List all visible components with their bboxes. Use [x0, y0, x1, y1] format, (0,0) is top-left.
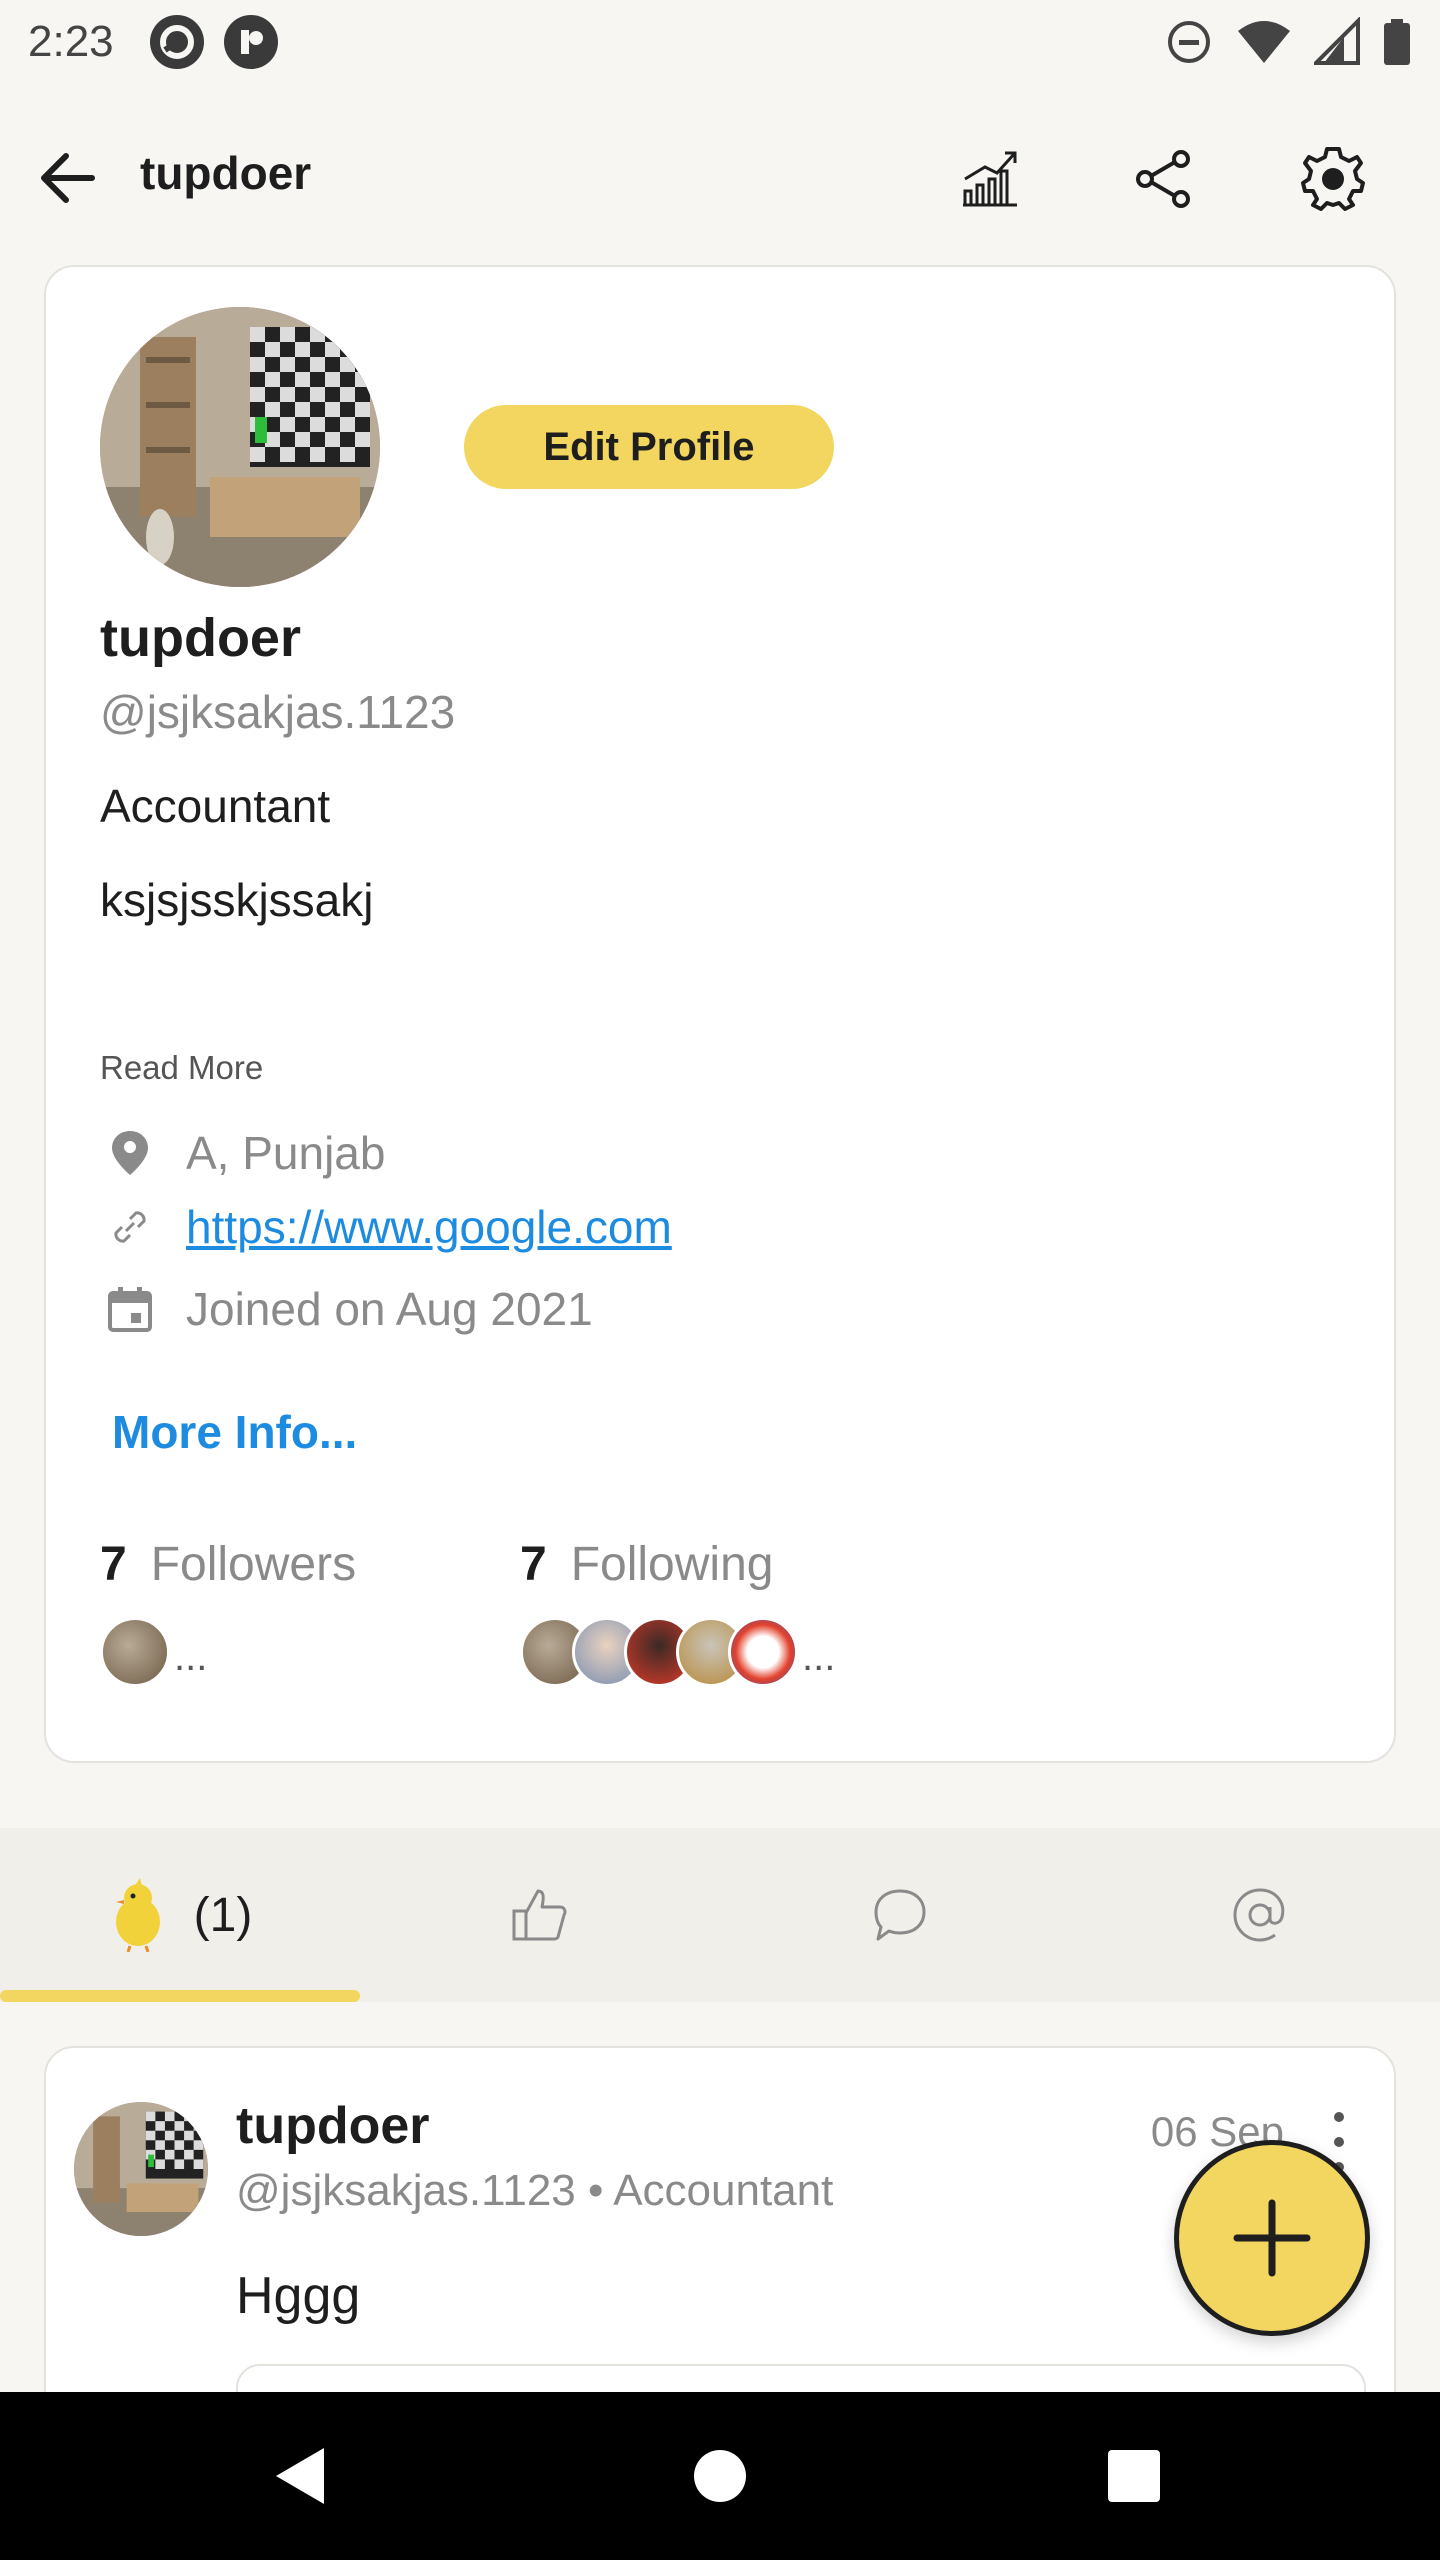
joined-text: Joined on Aug 2021	[186, 1283, 593, 1335]
profile-card: Edit Profile tupdoer @jsjksakjas.1123 Ac…	[44, 265, 1396, 1763]
followers-more: ...	[174, 1634, 208, 1679]
website-row: https://www.google.com	[100, 1197, 672, 1257]
post-author-name: tupdoer	[236, 2097, 430, 2155]
profile-bio-line-1: Accountant	[100, 780, 331, 832]
stats-icon	[963, 151, 1017, 207]
profile-tabs: (1)	[0, 1828, 1440, 2002]
following-more: ...	[802, 1634, 836, 1679]
back-button[interactable]	[30, 140, 106, 216]
square-recents-icon	[1108, 2450, 1160, 2502]
dot-icon	[1334, 2112, 1344, 2122]
share-button[interactable]	[1118, 134, 1208, 224]
profile-handle: @jsjksakjas.1123	[100, 686, 456, 738]
edit-profile-button[interactable]: Edit Profile	[464, 405, 834, 489]
chick-icon	[115, 1878, 160, 1952]
profile-name: tupdoer	[100, 608, 301, 668]
app-notification-icon-2	[223, 15, 278, 69]
share-icon	[1136, 150, 1190, 208]
followers-label: Followers	[150, 1538, 357, 1591]
post-text: Hggg	[236, 2267, 361, 2325]
plus-icon	[1233, 2199, 1311, 2277]
avatar	[728, 1617, 798, 1687]
calendar-icon	[100, 1279, 160, 1339]
dot-icon	[1334, 2137, 1344, 2147]
settings-icon	[1301, 147, 1365, 211]
post-author-meta: @jsjksakjas.1123 • Accountant	[236, 2166, 834, 2215]
back-arrow-icon	[41, 153, 95, 203]
profile-avatar[interactable]	[100, 307, 380, 587]
status-bar: 2:23	[0, 0, 1440, 84]
website-link[interactable]: https://www.google.com	[186, 1200, 672, 1254]
create-post-fab[interactable]	[1174, 2140, 1370, 2336]
followers-count: 7	[100, 1538, 127, 1591]
dnd-icon	[1168, 21, 1210, 63]
nav-recents-button[interactable]	[1094, 2436, 1174, 2516]
system-navigation-bar	[0, 2392, 1440, 2560]
link-icon	[100, 1197, 160, 1257]
stats-button[interactable]	[944, 134, 1034, 224]
battery-icon	[1384, 19, 1410, 65]
location-text: A, Punjab	[186, 1127, 386, 1179]
top-app-bar: tupdoer	[0, 110, 1440, 240]
followers-block[interactable]: 7 Followers ...	[100, 1537, 357, 1687]
at-icon	[1233, 1888, 1285, 1942]
location-row: A, Punjab	[100, 1123, 385, 1183]
following-label: Following	[570, 1538, 774, 1591]
tab-posts-count: (1)	[193, 1888, 253, 1942]
following-block[interactable]: 7 Following ...	[520, 1537, 835, 1687]
app-notification-icon	[149, 15, 204, 69]
tab-mentions[interactable]	[1080, 1828, 1440, 2002]
joined-row: Joined on Aug 2021	[100, 1279, 593, 1339]
following-avatars: ...	[520, 1617, 835, 1687]
thumbs-up-icon	[512, 1889, 567, 1941]
circle-home-icon	[694, 2450, 746, 2502]
read-more-link[interactable]: Read More	[100, 1049, 263, 1087]
triangle-back-icon	[276, 2448, 324, 2504]
active-tab-indicator	[0, 1990, 360, 2002]
tab-comments[interactable]	[720, 1828, 1080, 2002]
more-info-link[interactable]: More Info...	[112, 1405, 357, 1459]
status-time: 2:23	[28, 17, 114, 66]
tab-likes[interactable]	[360, 1828, 720, 2002]
avatar	[100, 1617, 170, 1687]
settings-button[interactable]	[1288, 134, 1378, 224]
tab-posts[interactable]: (1)	[0, 1828, 360, 2002]
following-count: 7	[520, 1538, 547, 1591]
nav-home-button[interactable]	[680, 2436, 760, 2516]
signal-icon	[1314, 17, 1360, 65]
location-pin-icon	[100, 1123, 160, 1183]
wifi-icon	[1238, 21, 1290, 63]
followers-avatars: ...	[100, 1617, 207, 1687]
comment-icon	[874, 1889, 926, 1941]
profile-bio-line-2: ksjsjsskjssakj	[100, 874, 374, 926]
header-title: tupdoer	[140, 147, 312, 199]
nav-back-button[interactable]	[260, 2436, 340, 2516]
post-author-avatar[interactable]	[74, 2102, 208, 2236]
status-icons	[1164, 0, 1412, 84]
